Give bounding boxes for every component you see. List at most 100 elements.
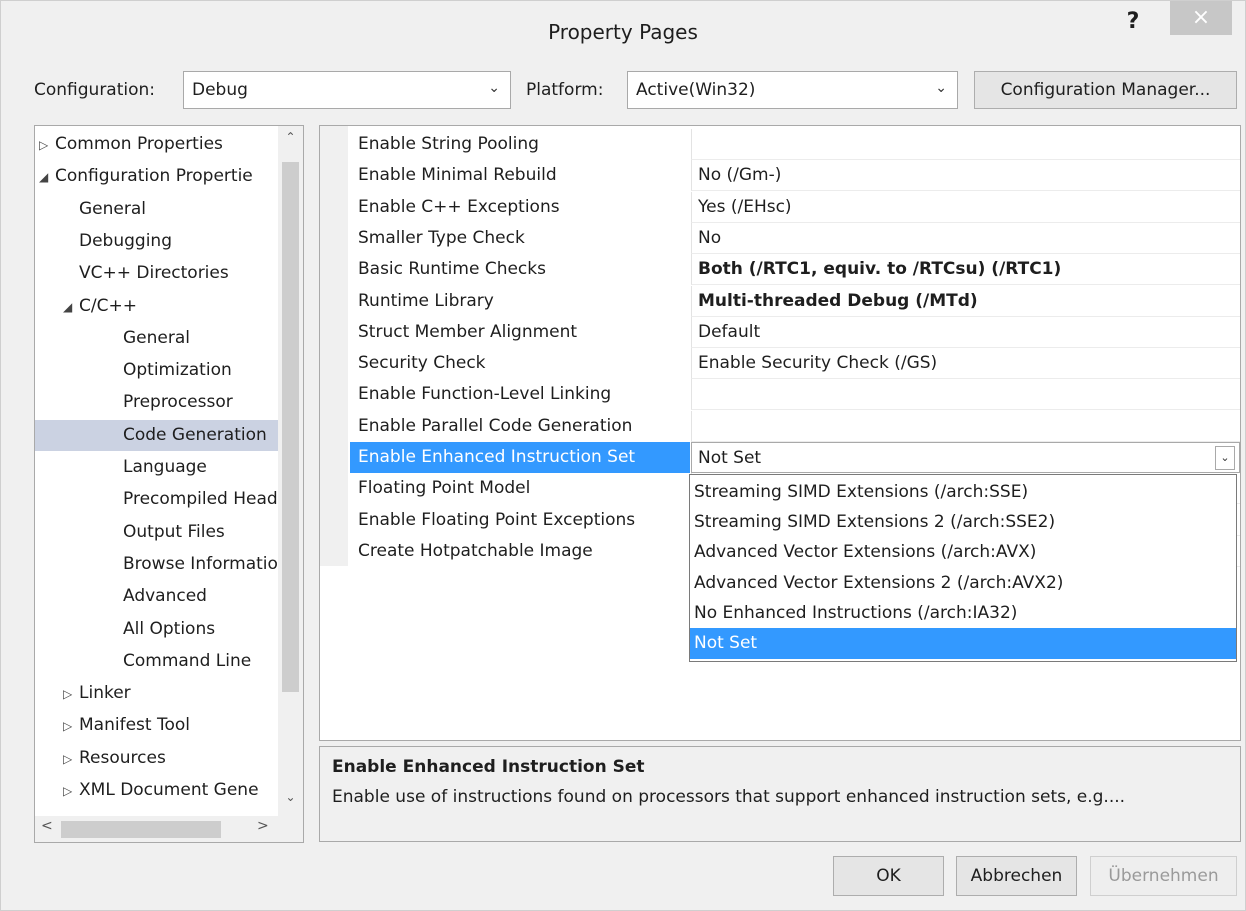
tree-horizontal-scrollbar[interactable]: < >: [35, 816, 303, 842]
apply-button[interactable]: Übernehmen: [1090, 856, 1237, 896]
property-name: Basic Runtime Checks: [358, 259, 546, 280]
platform-value: Active(Win32): [636, 80, 756, 100]
property-value[interactable]: Default: [691, 316, 1240, 348]
property-name: Smaller Type Check: [358, 227, 525, 248]
property-value[interactable]: Multi-threaded Debug (/MTd): [691, 285, 1240, 317]
tree-item[interactable]: Preprocessor: [35, 387, 303, 418]
property-row[interactable]: Enable String Pooling: [350, 129, 1240, 160]
property-row[interactable]: Enable Function-Level Linking: [350, 379, 1240, 411]
dropdown-option[interactable]: Not Set: [690, 628, 1236, 659]
tree-item[interactable]: ▷ Resources: [35, 743, 303, 774]
tree-item[interactable]: VC++ Directories: [35, 258, 303, 289]
dropdown-option[interactable]: Streaming SIMD Extensions 2 (/arch:SSE2): [690, 507, 1236, 538]
property-value[interactable]: No (/Gm-): [691, 160, 1240, 192]
tree-item[interactable]: Advanced: [35, 581, 303, 612]
tree-item-label: General: [79, 198, 146, 219]
tree-item[interactable]: ▷ Linker: [35, 678, 303, 709]
help-button[interactable]: ?: [1113, 7, 1153, 37]
property-name: Enable String Pooling: [358, 134, 539, 154]
property-row[interactable]: Enable C++ Exceptions Yes (/EHsc): [350, 191, 1240, 223]
tree-item[interactable]: Command Line: [35, 646, 303, 677]
tree-item[interactable]: General: [35, 194, 303, 225]
property-value[interactable]: Enable Security Check (/GS): [691, 348, 1240, 380]
scroll-up-icon[interactable]: ⌃: [278, 130, 303, 144]
property-value[interactable]: No: [691, 222, 1240, 254]
dropdown-option[interactable]: Streaming SIMD Extensions (/arch:SSE): [690, 477, 1236, 508]
tree-item[interactable]: Debugging: [35, 226, 303, 257]
dropdown-option[interactable]: Advanced Vector Extensions (/arch:AVX): [690, 537, 1236, 568]
tree-item-label: Manifest Tool: [79, 715, 190, 736]
tree-item[interactable]: ▷ Common Properties: [35, 129, 282, 160]
property-row[interactable]: Enable Enhanced Instruction Set Not Set ⌄: [350, 442, 1240, 473]
scrollbar-thumb[interactable]: [282, 162, 299, 692]
property-row[interactable]: Runtime Library Multi-threaded Debug (/MT…: [350, 285, 1240, 317]
tree-item[interactable]: Language: [35, 452, 303, 483]
expand-arrow-icon[interactable]: ▷: [63, 679, 79, 709]
tree-item-label: Code Generation: [123, 424, 267, 445]
property-row[interactable]: Enable Parallel Code Generation: [350, 410, 1240, 442]
tree-item[interactable]: ◢ Configuration Propertie: [35, 161, 282, 192]
chevron-down-icon[interactable]: ⌄: [1215, 446, 1235, 470]
description-title: Enable Enhanced Instruction Set: [332, 757, 645, 777]
property-row[interactable]: Struct Member Alignment Default: [350, 316, 1240, 348]
configuration-select[interactable]: Debug ⌄: [183, 71, 511, 109]
tree-item[interactable]: Output Files: [35, 517, 303, 548]
tree-item-label: Browse Informatio: [123, 553, 278, 574]
expand-arrow-icon[interactable]: ▷: [39, 130, 55, 160]
expand-arrow-icon[interactable]: ▷: [63, 711, 79, 741]
tree-item-label: VC++ Directories: [79, 263, 229, 284]
property-name: Enable C++ Exceptions: [358, 196, 560, 217]
dropdown-option[interactable]: No Enhanced Instructions (/arch:IA32): [690, 598, 1236, 629]
tree-item[interactable]: General: [35, 323, 303, 354]
property-value[interactable]: [691, 410, 1240, 442]
property-value[interactable]: Yes (/EHsc): [691, 191, 1240, 223]
property-pages-dialog: Property Pages ? × Configuration: Debug …: [0, 0, 1246, 911]
scroll-right-icon[interactable]: >: [257, 818, 269, 834]
property-value[interactable]: Both (/RTC1, equiv. to /RTCsu) (/RTC1): [691, 254, 1240, 286]
property-name: Runtime Library: [358, 290, 494, 311]
ok-button[interactable]: OK: [833, 856, 944, 896]
expand-arrow-icon[interactable]: ▷: [63, 744, 79, 774]
cancel-button[interactable]: Abbrechen: [956, 856, 1077, 896]
tree-item[interactable]: Optimization: [35, 355, 303, 386]
property-value-text: No (/Gm-): [698, 165, 782, 186]
tree-item-label: Preprocessor: [123, 392, 233, 413]
tree-item[interactable]: ◢ C/C++: [35, 291, 303, 322]
tree-item[interactable]: ▷ XML Document Gene: [35, 775, 303, 806]
scrollbar-thumb[interactable]: [61, 821, 221, 838]
tree-item[interactable]: Precompiled Head: [35, 484, 303, 515]
configuration-value: Debug: [192, 80, 248, 100]
scroll-down-icon[interactable]: ⌄: [278, 790, 303, 804]
tree-item[interactable]: Browse Informatio: [35, 549, 303, 580]
property-value[interactable]: [691, 129, 1240, 160]
property-row[interactable]: Enable Minimal Rebuild No (/Gm-): [350, 160, 1240, 192]
configuration-manager-button[interactable]: Configuration Manager...: [974, 71, 1237, 109]
property-value-text: Both (/RTC1, equiv. to /RTCsu) (/RTC1): [698, 259, 1062, 280]
description-panel: Enable Enhanced Instruction Set Enable u…: [319, 746, 1241, 842]
property-row[interactable]: Smaller Type Check No: [350, 222, 1240, 254]
scroll-left-icon[interactable]: <: [41, 818, 53, 834]
tree-vertical-scrollbar[interactable]: ⌃ ⌄: [278, 126, 303, 816]
close-button[interactable]: ×: [1170, 1, 1232, 35]
tree-item[interactable]: All Options: [35, 614, 303, 645]
property-row[interactable]: Basic Runtime Checks Both (/RTC1, equiv. …: [350, 254, 1240, 286]
expand-arrow-icon[interactable]: ▷: [63, 776, 79, 806]
instruction-set-dropdown-list: Streaming SIMD Extensions (/arch:SSE) Str…: [689, 474, 1237, 662]
property-row[interactable]: Security Check Enable Security Check (/GS…: [350, 348, 1240, 380]
property-value-text: Multi-threaded Debug (/MTd): [698, 290, 978, 311]
tree-item[interactable]: Code Generation: [35, 419, 303, 451]
chevron-down-icon: ⌄: [488, 80, 500, 96]
tree-item-label: Command Line: [123, 650, 252, 671]
tree-item-label: Linker: [79, 683, 131, 704]
collapse-arrow-icon[interactable]: ◢: [39, 162, 55, 192]
tree-item-label: Output Files: [123, 521, 225, 542]
tree-item-label: XML Document Gene: [79, 780, 259, 800]
property-value[interactable]: [691, 379, 1240, 411]
dropdown-option[interactable]: Advanced Vector Extensions 2 (/arch:AVX2…: [690, 568, 1236, 599]
collapse-arrow-icon[interactable]: ◢: [63, 292, 79, 322]
tree-item-label: Common Properties: [55, 134, 223, 154]
platform-select[interactable]: Active(Win32) ⌄: [627, 71, 958, 109]
property-name: Enable Parallel Code Generation: [358, 415, 633, 436]
tree-item[interactable]: ▷ Manifest Tool: [35, 710, 303, 741]
property-value[interactable]: Not Set ⌄: [691, 442, 1240, 473]
